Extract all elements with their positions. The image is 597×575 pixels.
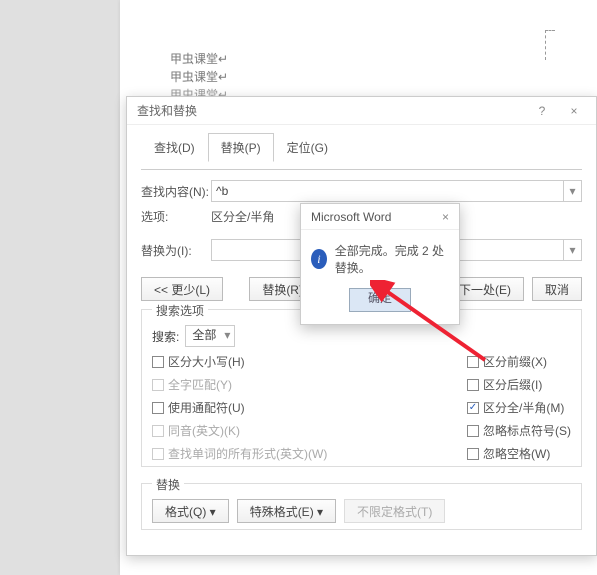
chk-ignore-punct[interactable]: 忽略标点符号(S)	[467, 422, 571, 439]
message-box: Microsoft Word × i 全部完成。完成 2 处替换。 确定	[300, 203, 460, 325]
close-button[interactable]: ×	[558, 100, 590, 122]
replace-format-group: 替换 格式(Q) ▾ 特殊格式(E) ▾ 不限定格式(T)	[141, 483, 582, 530]
tab-find[interactable]: 查找(D)	[141, 133, 208, 162]
cancel-button[interactable]: 取消	[532, 277, 582, 301]
options-value: 区分全/半角	[211, 208, 274, 225]
find-dropdown[interactable]: ▾	[564, 180, 582, 202]
format-button[interactable]: 格式(Q) ▾	[152, 499, 229, 523]
less-button[interactable]: << 更少(L)	[141, 277, 223, 301]
chk-full-half[interactable]: ✓区分全/半角(M)	[467, 399, 571, 416]
ok-button[interactable]: 确定	[349, 288, 411, 312]
doc-line: 甲虫课堂↵	[170, 68, 228, 86]
dialog-tabs: 查找(D) 替换(P) 定位(G)	[141, 133, 582, 162]
search-scope-select[interactable]: 全部	[185, 325, 235, 347]
replace-label: 替换为(I):	[141, 242, 211, 259]
doc-line: 甲虫课堂↵	[170, 50, 228, 68]
replace-group-title: 替换	[152, 476, 184, 493]
dialog-titlebar: 查找和替换 ? ×	[127, 97, 596, 125]
tab-replace[interactable]: 替换(P)	[208, 133, 274, 162]
search-options-title: 搜索选项	[152, 302, 208, 319]
replace-dropdown[interactable]: ▾	[564, 239, 582, 261]
chk-suffix[interactable]: 区分后缀(I)	[467, 376, 571, 393]
options-label: 选项:	[141, 208, 211, 225]
find-replace-dialog: 查找和替换 ? × 查找(D) 替换(P) 定位(G) 查找内容(N): ▾ 选…	[126, 96, 597, 556]
chk-sounds-like: 同音(英文)(K)	[152, 422, 327, 439]
find-label: 查找内容(N):	[141, 183, 211, 200]
tab-goto[interactable]: 定位(G)	[274, 133, 341, 162]
info-icon: i	[311, 249, 327, 269]
chk-prefix[interactable]: 区分前缀(X)	[467, 353, 571, 370]
special-format-button[interactable]: 特殊格式(E) ▾	[237, 499, 336, 523]
help-button[interactable]: ?	[526, 100, 558, 122]
message-text: 全部完成。完成 2 处替换。	[335, 242, 449, 276]
chk-ignore-space[interactable]: 忽略空格(W)	[467, 445, 571, 462]
chk-wildcards[interactable]: 使用通配符(U)	[152, 399, 327, 416]
no-format-button: 不限定格式(T)	[344, 499, 445, 523]
message-title: Microsoft Word	[311, 210, 391, 224]
dialog-title: 查找和替换	[137, 102, 197, 119]
message-close-button[interactable]: ×	[438, 210, 453, 224]
message-titlebar: Microsoft Word ×	[301, 204, 459, 230]
chk-whole-word: 全字匹配(Y)	[152, 376, 327, 393]
chk-word-forms: 查找单词的所有形式(英文)(W)	[152, 445, 327, 462]
search-scope-label: 搜索:	[152, 328, 179, 345]
doc-corner-mark	[545, 30, 555, 60]
chk-match-case[interactable]: 区分大小写(H)	[152, 353, 327, 370]
find-input[interactable]	[211, 180, 564, 202]
search-options-group: 搜索选项 搜索: 全部 区分大小写(H) 全字匹配(Y) 使用通配符(U) 同音…	[141, 309, 582, 467]
